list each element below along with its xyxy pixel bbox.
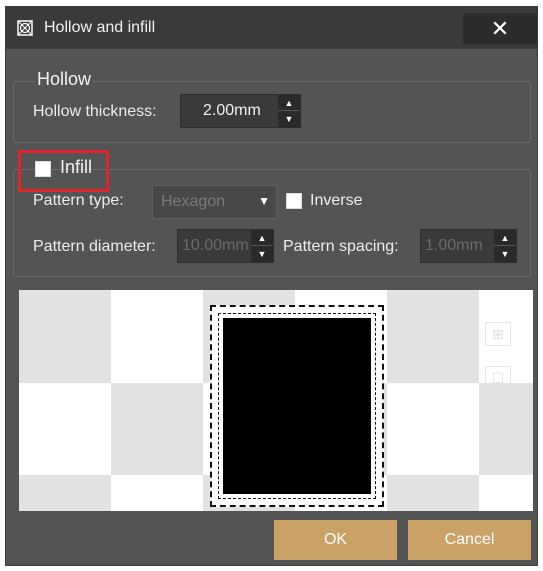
decrement-icon[interactable]: ▼	[278, 111, 300, 126]
checker-cell	[111, 383, 203, 475]
increment-icon[interactable]: ▲	[251, 230, 273, 246]
decrement-icon[interactable]: ▼	[251, 246, 273, 261]
checker-cell	[479, 383, 533, 475]
selection-inner-frame	[218, 313, 376, 499]
title-bar: Hollow and infill ✕	[6, 7, 537, 49]
inverse-checkbox[interactable]	[286, 193, 302, 209]
cancel-button[interactable]: Cancel	[408, 520, 531, 560]
chevron-down-icon: ▼	[258, 194, 270, 208]
pattern-type-value: Hexagon	[161, 193, 226, 210]
model-shape	[223, 318, 371, 494]
inverse-label: Inverse	[310, 192, 363, 209]
increment-icon[interactable]: ▲	[278, 95, 300, 111]
pattern-spacing-arrows: ▲ ▼	[494, 230, 516, 262]
selection-frame[interactable]	[210, 305, 384, 507]
pattern-diameter-value: 10.00mm	[182, 237, 249, 254]
checker-cell	[19, 475, 111, 511]
checker-cell	[387, 475, 479, 511]
infill-checkbox[interactable]	[35, 161, 51, 177]
close-icon: ✕	[490, 15, 510, 41]
pattern-type-select[interactable]: Hexagon ▼	[152, 185, 277, 219]
pattern-diameter-label: Pattern diameter:	[33, 238, 156, 255]
hollow-thickness-arrows: ▲ ▼	[278, 95, 300, 127]
dialog-title: Hollow and infill	[44, 19, 156, 36]
preview-canvas[interactable]: ⊞ ☐	[19, 290, 533, 511]
cancel-button-label: Cancel	[444, 531, 495, 548]
frame-icon[interactable]: ☐	[485, 366, 511, 390]
checker-cell	[19, 290, 111, 383]
hollow-thickness-value: 2.00mm	[203, 102, 261, 119]
pattern-spacing-stepper[interactable]: 1.00mm ▲ ▼	[420, 229, 517, 263]
pattern-type-label: Pattern type:	[33, 192, 124, 209]
pattern-diameter-stepper[interactable]: 10.00mm ▲ ▼	[177, 229, 274, 263]
grid-icon[interactable]: ⊞	[485, 322, 511, 346]
pattern-spacing-label: Pattern spacing:	[283, 238, 399, 255]
close-button[interactable]: ✕	[463, 13, 537, 44]
hollow-infill-icon	[17, 20, 33, 36]
pattern-spacing-value: 1.00mm	[425, 237, 483, 254]
checker-cell	[387, 290, 479, 383]
hollow-thickness-label: Hollow thickness:	[33, 103, 157, 120]
hollow-group-title: Hollow	[35, 69, 94, 90]
hollow-infill-dialog: Hollow and infill ✕ Hollow Hollow thickn…	[5, 6, 538, 566]
hollow-thickness-stepper[interactable]: 2.00mm ▲ ▼	[180, 94, 301, 128]
ok-button[interactable]: OK	[274, 520, 397, 560]
ok-button-label: OK	[323, 531, 348, 548]
increment-icon[interactable]: ▲	[494, 230, 516, 246]
decrement-icon[interactable]: ▼	[494, 246, 516, 261]
infill-checkbox-label: Infill	[60, 157, 93, 177]
pattern-diameter-arrows: ▲ ▼	[251, 230, 273, 262]
